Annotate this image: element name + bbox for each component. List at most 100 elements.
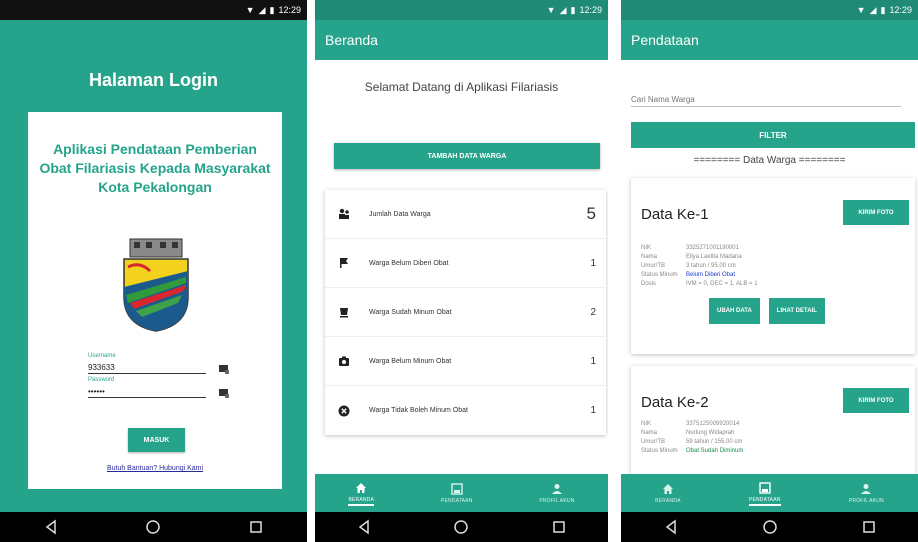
nav-beranda[interactable]: BERANDA: [655, 482, 681, 504]
stat-value: 1: [590, 405, 596, 416]
edit-data-button[interactable]: UBAH DATA: [709, 298, 760, 324]
card-actions: UBAH DATA LIHAT DETAIL: [709, 298, 825, 324]
nav-profil[interactable]: PROFIL AKUN: [849, 482, 884, 504]
save-icon: [759, 481, 771, 494]
add-resident-button[interactable]: TAMBAH DATA WARGA: [334, 143, 600, 169]
nav-label: BERANDA: [348, 496, 375, 503]
stat-value: 5: [586, 204, 596, 223]
section-title: ======== Data Warga ========: [693, 155, 846, 166]
nav-profil[interactable]: PROFIL AKUN: [539, 482, 574, 504]
field-row: Status Minum Obat Sudah Diminum: [641, 447, 907, 456]
field-row: Umur/TB 3 tahun / 95.00 cm: [641, 262, 907, 271]
back-icon[interactable]: [660, 516, 682, 538]
recents-icon[interactable]: [548, 516, 570, 538]
app-bar-title: Pendataan: [631, 32, 699, 48]
system-nav-bar: [621, 512, 918, 542]
stat-label: Jumlah Data Warga: [369, 210, 431, 218]
app-bar: Pendataan: [621, 20, 918, 60]
page-title: Halaman Login: [88, 70, 218, 90]
resident-card: Data Ke-1 KIRIM FOTO NIK 3325271001190001…: [631, 178, 915, 354]
username-input[interactable]: [88, 362, 206, 374]
stat-value: 1: [590, 355, 596, 367]
send-photo-button[interactable]: KIRIM FOTO: [843, 200, 909, 225]
field-key: NIK: [641, 245, 652, 251]
home-icon: [356, 482, 367, 493]
card-fields: NIK 3325271001190001 Nama Ellya Laelita Ma…: [641, 244, 907, 289]
camera-icon: [339, 356, 349, 366]
group-icon: [339, 208, 349, 219]
welcome-text: Selamat Datang di Aplikasi Filariasis: [364, 80, 559, 94]
status-bar: ▼ ◢ ▮ 12:29: [315, 0, 608, 20]
signal-icon: ◢: [869, 4, 877, 15]
bottom-nav: BERANDA PENDATAAN PROFIL AKUN: [315, 474, 608, 512]
person-icon: [551, 484, 562, 494]
home-circle-icon[interactable]: [450, 516, 472, 538]
stat-row-taken[interactable]: Warga Sudah Minum Obat 2: [325, 288, 606, 337]
stat-row-not-given[interactable]: Warga Belum Diberi Obat 1: [325, 239, 606, 288]
login-button[interactable]: MASUK: [128, 428, 185, 452]
field-row: NIK 3375125009920014: [641, 420, 907, 429]
home-circle-icon[interactable]: [142, 516, 164, 538]
nav-label: PROFIL AKUN: [539, 498, 575, 504]
home-icon: [662, 484, 673, 494]
view-detail-button[interactable]: LIHAT DETAIL: [768, 298, 825, 324]
field-value: Obat Sudah Diminum: [686, 448, 744, 454]
stat-row-not-allowed[interactable]: Warga Tidak Boleh Minum Obat 1: [325, 386, 606, 435]
status-time: 12:29: [579, 5, 602, 15]
person-icon: [861, 484, 872, 494]
back-icon[interactable]: [40, 516, 62, 538]
lock-card-icon[interactable]: [218, 387, 230, 399]
help-link[interactable]: Butuh Bantuan? Hubungi Kami: [28, 465, 282, 472]
stats-card: Jumlah Data Warga 5 Warga Belum Diberi O…: [325, 190, 606, 435]
field-row: Nama Ellya Laelita Madana: [641, 253, 907, 262]
app-bar: Beranda: [315, 20, 608, 60]
login-screen: ▼ ◢ ▮ 12:29 Halaman Login Aplikasi Penda…: [0, 0, 307, 542]
filter-button[interactable]: FILTER: [631, 122, 915, 148]
field-value: 3375125009920014: [686, 421, 740, 427]
field-value: Belum Diberi Obat: [686, 272, 736, 278]
city-crest-logo: [123, 238, 189, 332]
field-value: IVM = 0, DEC = 1, ALB = 1: [686, 281, 758, 287]
password-label: Password: [88, 377, 115, 383]
field-key: Umur/TB: [641, 439, 665, 445]
password-input[interactable]: [88, 386, 206, 398]
card-title: Data Ke-1: [641, 206, 709, 223]
field-value: Nurlung Widaprah: [686, 430, 735, 436]
home-screen: ▼ ◢ ▮ 12:29 Beranda Selamat Datang di Ap…: [315, 0, 608, 542]
wifi-icon: ▼: [245, 4, 255, 15]
battery-icon: ▮: [880, 4, 886, 15]
field-row: Dosis IVM = 0, DEC = 1, ALB = 1: [641, 280, 907, 289]
field-row: Nama Nurlung Widaprah: [641, 429, 907, 438]
user-card-icon[interactable]: [218, 363, 230, 375]
home-circle-icon[interactable]: [759, 516, 781, 538]
stat-value: 2: [590, 306, 596, 318]
login-card: Aplikasi Pendataan Pemberian Obat Filari…: [28, 112, 282, 489]
card-fields: NIK 3375125009920014 Nama Nurlung Widaprah…: [641, 420, 907, 456]
field-value: Ellya Laelita Madana: [686, 254, 742, 260]
field-key: NIK: [641, 421, 652, 427]
back-icon[interactable]: [353, 516, 375, 538]
search-input[interactable]: [631, 92, 901, 107]
recents-icon[interactable]: [245, 516, 267, 538]
card-title: Data Ke-2: [641, 394, 709, 411]
flag-icon: [340, 258, 348, 268]
field-row: NIK 3325271001190001: [641, 244, 907, 253]
field-key: Umur/TB: [641, 263, 665, 269]
resident-card: Data Ke-2 KIRIM FOTO NIK 3375125009920014…: [631, 366, 915, 478]
app-bar-title: Beranda: [325, 32, 378, 48]
send-photo-button[interactable]: KIRIM FOTO: [843, 388, 909, 413]
field-row: Status Minum Belum Diberi Obat: [641, 271, 907, 280]
recents-icon[interactable]: [858, 516, 880, 538]
username-label: Username: [88, 353, 116, 359]
field-row: Umur/TB 59 tahun / 155.00 cm: [641, 438, 907, 447]
nav-label: PENDATAAN: [748, 496, 781, 503]
nav-beranda[interactable]: BERANDA: [348, 481, 375, 506]
stat-row-total[interactable]: Jumlah Data Warga 5: [325, 190, 606, 239]
status-bar: ▼ ◢ ▮ 12:29: [621, 0, 918, 20]
field-key: Nama: [641, 254, 658, 260]
status-time: 12:29: [889, 5, 912, 15]
nav-pendataan[interactable]: PENDATAAN: [748, 481, 781, 506]
field-value: 3 tahun / 95.00 cm: [686, 263, 736, 269]
stat-row-not-taken[interactable]: Warga Belum Minum Obat 1: [325, 337, 606, 386]
nav-pendataan[interactable]: PENDATAAN: [441, 482, 473, 504]
